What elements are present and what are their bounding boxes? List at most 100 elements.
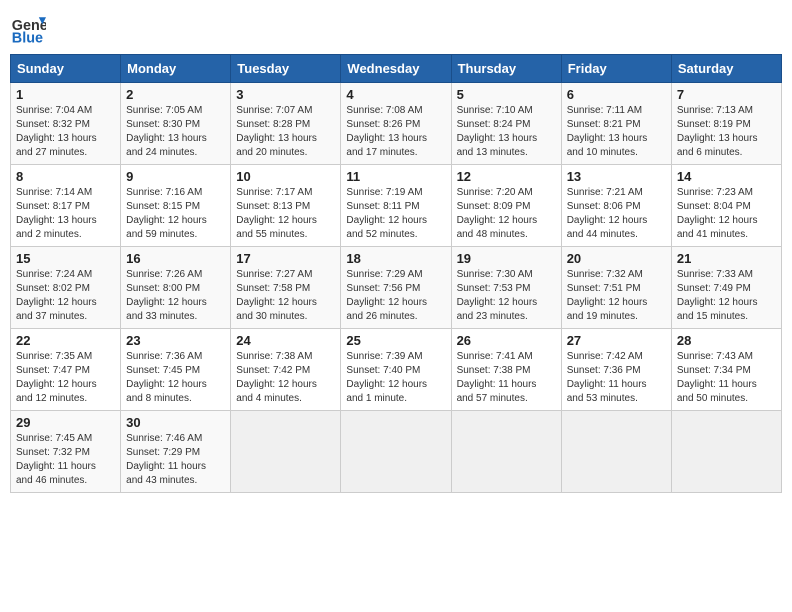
calendar-cell: 26Sunrise: 7:41 AMSunset: 7:38 PMDayligh… xyxy=(451,329,561,411)
dow-header-thursday: Thursday xyxy=(451,55,561,83)
calendar-cell: 9 Sunrise: 7:16 AMSunset: 8:15 PMDaylight… xyxy=(121,165,231,247)
day-info: Sunrise: 7:05 AMSunset: 8:30 PMDaylight:… xyxy=(126,104,225,160)
day-number: 12 xyxy=(457,169,556,184)
day-info: Sunrise: 7:46 AMSunset: 7:29 PMDaylight:… xyxy=(126,432,225,488)
calendar-cell: 30 Sunrise: 7:46 AMSunset: 7:29 PMDayligh… xyxy=(121,411,231,493)
day-number: 22 xyxy=(16,333,115,348)
day-info: Sunrise: 7:16 AMSunset: 8:15 PMDaylight:… xyxy=(126,186,225,242)
calendar-cell: 23 Sunrise: 7:36 AMSunset: 7:45 PMDayligh… xyxy=(121,329,231,411)
day-info: Sunrise: 7:35 AMSunset: 7:47 PMDaylight:… xyxy=(16,350,115,406)
day-number: 25 xyxy=(346,333,445,348)
day-info: Sunrise: 7:10 AMSunset: 8:24 PMDaylight:… xyxy=(457,104,556,160)
calendar-cell xyxy=(231,411,341,493)
calendar-cell: 5Sunrise: 7:10 AMSunset: 8:24 PMDaylight… xyxy=(451,83,561,165)
calendar-cell xyxy=(451,411,561,493)
day-info: Sunrise: 7:04 AMSunset: 8:32 PMDaylight:… xyxy=(16,104,115,160)
day-number: 7 xyxy=(677,87,776,102)
calendar-week-2: 8Sunrise: 7:14 AMSunset: 8:17 PMDaylight… xyxy=(11,165,782,247)
day-info: Sunrise: 7:38 AMSunset: 7:42 PMDaylight:… xyxy=(236,350,335,406)
day-number: 3 xyxy=(236,87,335,102)
calendar-cell: 11Sunrise: 7:19 AMSunset: 8:11 PMDayligh… xyxy=(341,165,451,247)
day-info: Sunrise: 7:21 AMSunset: 8:06 PMDaylight:… xyxy=(567,186,666,242)
day-info: Sunrise: 7:07 AMSunset: 8:28 PMDaylight:… xyxy=(236,104,335,160)
dow-header-tuesday: Tuesday xyxy=(231,55,341,83)
day-info: Sunrise: 7:13 AMSunset: 8:19 PMDaylight:… xyxy=(677,104,776,160)
calendar-cell: 17Sunrise: 7:27 AMSunset: 7:58 PMDayligh… xyxy=(231,247,341,329)
dow-header-friday: Friday xyxy=(561,55,671,83)
day-number: 28 xyxy=(677,333,776,348)
calendar-cell: 10 Sunrise: 7:17 AMSunset: 8:13 PMDayligh… xyxy=(231,165,341,247)
day-info: Sunrise: 7:36 AMSunset: 7:45 PMDaylight:… xyxy=(126,350,225,406)
day-number: 24 xyxy=(236,333,335,348)
calendar-week-4: 22 Sunrise: 7:35 AMSunset: 7:47 PMDayligh… xyxy=(11,329,782,411)
calendar-cell: 7 Sunrise: 7:13 AMSunset: 8:19 PMDaylight… xyxy=(671,83,781,165)
day-number: 30 xyxy=(126,415,225,430)
calendar-cell: 3 Sunrise: 7:07 AMSunset: 8:28 PMDaylight… xyxy=(231,83,341,165)
day-number: 4 xyxy=(346,87,445,102)
day-info: Sunrise: 7:33 AMSunset: 7:49 PMDaylight:… xyxy=(677,268,776,324)
calendar-week-5: 29Sunrise: 7:45 AMSunset: 7:32 PMDayligh… xyxy=(11,411,782,493)
day-number: 13 xyxy=(567,169,666,184)
svg-text:Blue: Blue xyxy=(12,30,43,46)
day-info: Sunrise: 7:43 AMSunset: 7:34 PMDaylight:… xyxy=(677,350,776,406)
calendar-cell xyxy=(561,411,671,493)
days-of-week-header: SundayMondayTuesdayWednesdayThursdayFrid… xyxy=(11,55,782,83)
day-number: 9 xyxy=(126,169,225,184)
day-info: Sunrise: 7:45 AMSunset: 7:32 PMDaylight:… xyxy=(16,432,115,488)
dow-header-monday: Monday xyxy=(121,55,231,83)
calendar-week-1: 1Sunrise: 7:04 AMSunset: 8:32 PMDaylight… xyxy=(11,83,782,165)
calendar-cell: 4 Sunrise: 7:08 AMSunset: 8:26 PMDaylight… xyxy=(341,83,451,165)
day-number: 21 xyxy=(677,251,776,266)
day-info: Sunrise: 7:11 AMSunset: 8:21 PMDaylight:… xyxy=(567,104,666,160)
day-info: Sunrise: 7:20 AMSunset: 8:09 PMDaylight:… xyxy=(457,186,556,242)
calendar-cell: 1Sunrise: 7:04 AMSunset: 8:32 PMDaylight… xyxy=(11,83,121,165)
calendar-cell: 20 Sunrise: 7:32 AMSunset: 7:51 PMDayligh… xyxy=(561,247,671,329)
calendar-cell: 2Sunrise: 7:05 AMSunset: 8:30 PMDaylight… xyxy=(121,83,231,165)
logo: General Blue xyxy=(10,10,46,46)
day-number: 17 xyxy=(236,251,335,266)
calendar-cell: 18Sunrise: 7:29 AMSunset: 7:56 PMDayligh… xyxy=(341,247,451,329)
calendar-cell: 15 Sunrise: 7:24 AMSunset: 8:02 PMDayligh… xyxy=(11,247,121,329)
calendar-cell: 25 Sunrise: 7:39 AMSunset: 7:40 PMDayligh… xyxy=(341,329,451,411)
day-number: 23 xyxy=(126,333,225,348)
day-info: Sunrise: 7:32 AMSunset: 7:51 PMDaylight:… xyxy=(567,268,666,324)
calendar-cell: 13 Sunrise: 7:21 AMSunset: 8:06 PMDayligh… xyxy=(561,165,671,247)
calendar-cell xyxy=(341,411,451,493)
day-number: 27 xyxy=(567,333,666,348)
calendar-cell: 27 Sunrise: 7:42 AMSunset: 7:36 PMDayligh… xyxy=(561,329,671,411)
day-info: Sunrise: 7:26 AMSunset: 8:00 PMDaylight:… xyxy=(126,268,225,324)
calendar-cell: 29Sunrise: 7:45 AMSunset: 7:32 PMDayligh… xyxy=(11,411,121,493)
day-info: Sunrise: 7:08 AMSunset: 8:26 PMDaylight:… xyxy=(346,104,445,160)
calendar-cell: 21 Sunrise: 7:33 AMSunset: 7:49 PMDayligh… xyxy=(671,247,781,329)
calendar-table: SundayMondayTuesdayWednesdayThursdayFrid… xyxy=(10,54,782,493)
day-number: 16 xyxy=(126,251,225,266)
dow-header-saturday: Saturday xyxy=(671,55,781,83)
day-number: 20 xyxy=(567,251,666,266)
calendar-cell: 22 Sunrise: 7:35 AMSunset: 7:47 PMDayligh… xyxy=(11,329,121,411)
calendar-cell: 12 Sunrise: 7:20 AMSunset: 8:09 PMDayligh… xyxy=(451,165,561,247)
calendar-cell: 6Sunrise: 7:11 AMSunset: 8:21 PMDaylight… xyxy=(561,83,671,165)
day-info: Sunrise: 7:24 AMSunset: 8:02 PMDaylight:… xyxy=(16,268,115,324)
calendar-week-3: 15 Sunrise: 7:24 AMSunset: 8:02 PMDayligh… xyxy=(11,247,782,329)
calendar-cell xyxy=(671,411,781,493)
calendar-cell: 19Sunrise: 7:30 AMSunset: 7:53 PMDayligh… xyxy=(451,247,561,329)
day-info: Sunrise: 7:29 AMSunset: 7:56 PMDaylight:… xyxy=(346,268,445,324)
day-number: 8 xyxy=(16,169,115,184)
day-info: Sunrise: 7:39 AMSunset: 7:40 PMDaylight:… xyxy=(346,350,445,406)
dow-header-wednesday: Wednesday xyxy=(341,55,451,83)
calendar-cell: 8Sunrise: 7:14 AMSunset: 8:17 PMDaylight… xyxy=(11,165,121,247)
day-number: 10 xyxy=(236,169,335,184)
day-number: 26 xyxy=(457,333,556,348)
day-number: 15 xyxy=(16,251,115,266)
calendar-cell: 14Sunrise: 7:23 AMSunset: 8:04 PMDayligh… xyxy=(671,165,781,247)
dow-header-sunday: Sunday xyxy=(11,55,121,83)
calendar-body: 1Sunrise: 7:04 AMSunset: 8:32 PMDaylight… xyxy=(11,83,782,493)
day-info: Sunrise: 7:42 AMSunset: 7:36 PMDaylight:… xyxy=(567,350,666,406)
day-info: Sunrise: 7:19 AMSunset: 8:11 PMDaylight:… xyxy=(346,186,445,242)
page-header: General Blue xyxy=(10,10,782,46)
day-info: Sunrise: 7:23 AMSunset: 8:04 PMDaylight:… xyxy=(677,186,776,242)
calendar-cell: 16 Sunrise: 7:26 AMSunset: 8:00 PMDayligh… xyxy=(121,247,231,329)
logo-icon: General Blue xyxy=(10,10,46,46)
day-info: Sunrise: 7:17 AMSunset: 8:13 PMDaylight:… xyxy=(236,186,335,242)
day-number: 19 xyxy=(457,251,556,266)
